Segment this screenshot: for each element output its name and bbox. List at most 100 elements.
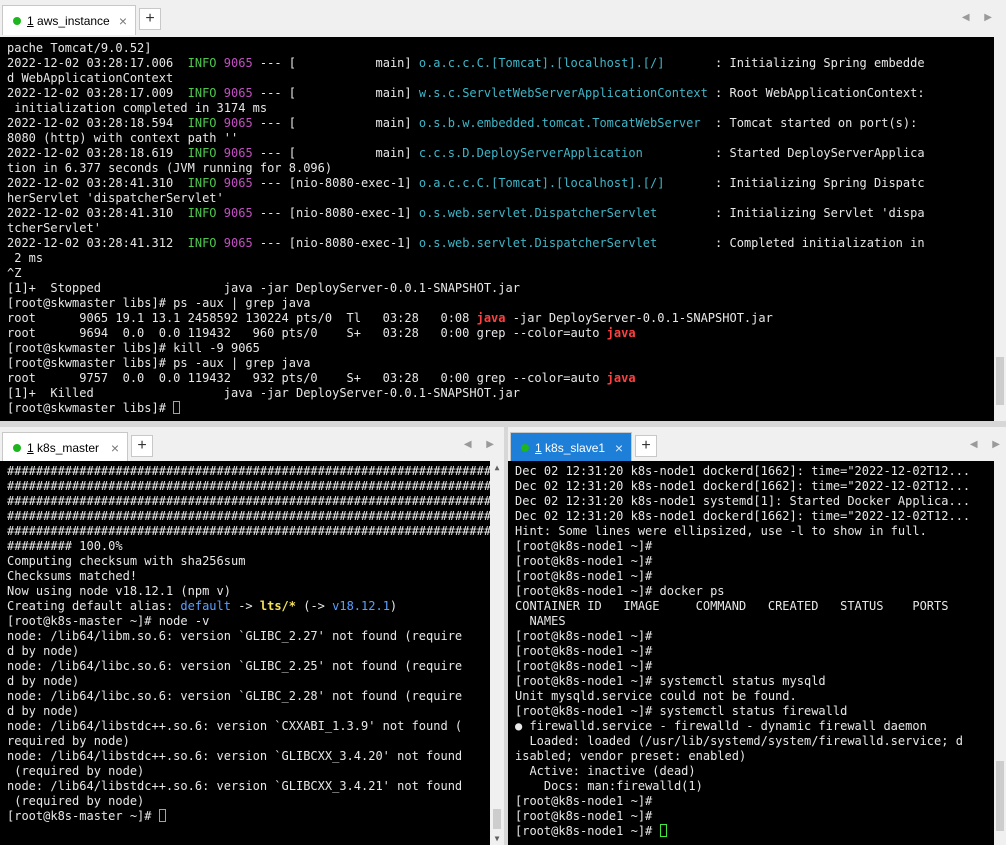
terminal-text: [root@k8s-node1 ~]# systemctl status mys… xyxy=(515,674,826,688)
terminal-line: Now using node v18.12.1 (npm v) xyxy=(7,584,490,599)
terminal-text: lts/* xyxy=(259,599,296,613)
terminal-output: pache Tomcat/9.0.52] 2022-12-02 03:28:17.… xyxy=(0,37,994,416)
terminal-aws-instance[interactable]: pache Tomcat/9.0.52] 2022-12-02 03:28:17.… xyxy=(0,37,994,421)
terminal-line: node: /lib64/libm.so.6: version `GLIBC_2… xyxy=(7,629,490,644)
close-tab-icon[interactable]: × xyxy=(111,440,119,456)
terminal-text: required by node) xyxy=(7,734,130,748)
tab-scroll-arrows[interactable]: ◀ ▶ xyxy=(970,439,1006,450)
connected-status-icon xyxy=(521,443,529,452)
terminal-text: INFO xyxy=(187,86,217,100)
scroll-down-icon[interactable]: ▼ xyxy=(490,834,504,843)
terminal-text: -> xyxy=(230,599,260,613)
close-tab-icon[interactable]: × xyxy=(119,13,127,29)
terminal-text: --- [ main] xyxy=(252,116,419,130)
tab-aws-instance[interactable]: 1 aws_instance × xyxy=(2,5,136,35)
add-tab-button[interactable]: + xyxy=(139,8,161,30)
terminal-text: [root@skwmaster libs]# ps -aux | grep ja… xyxy=(7,296,311,310)
terminal-text: d by node) xyxy=(7,674,80,688)
terminal-text: [root@k8s-node1 ~]# xyxy=(515,539,653,553)
terminal-line: ########################################… xyxy=(7,524,490,539)
terminal-text: ########################################… xyxy=(7,509,490,523)
terminal-text: 2 ms xyxy=(7,251,44,265)
terminal-line: [root@k8s-node1 ~]# xyxy=(515,824,994,839)
scrollbar-thumb[interactable] xyxy=(996,761,1004,831)
terminal-text: root 9065 19.1 13.1 2458592 130224 pts/0… xyxy=(7,311,477,325)
terminal-text: ● firewalld.service - firewalld - dynami… xyxy=(515,719,927,733)
terminal-text: o.s.b.w.embedded.tomcat.TomcatWebServer xyxy=(418,116,708,130)
terminal-line: Checksums matched! xyxy=(7,569,490,584)
scrollbar[interactable]: ▲ ▼ xyxy=(490,461,504,845)
terminal-text: o.a.c.c.C.[Tomcat].[localhost].[/] xyxy=(418,56,708,70)
terminal-line: [root@k8s-master ~]# node -v xyxy=(7,614,490,629)
terminal-k8s-master[interactable]: ########################################… xyxy=(0,461,490,845)
terminal-line: [root@k8s-node1 ~]# systemctl status fir… xyxy=(515,704,994,719)
terminal-text: node: /lib64/libc.so.6: version `GLIBC_2… xyxy=(7,689,463,703)
terminal-text: NAMES xyxy=(515,614,566,628)
terminal-k8s-slave1[interactable]: Dec 02 12:31:20 k8s-node1 dockerd[1662]:… xyxy=(508,461,994,845)
terminal-text: node: /lib64/libstdc++.so.6: version `GL… xyxy=(7,749,463,763)
terminal-text: CONTAINER ID IMAGE COMMAND CREATED STATU… xyxy=(515,599,949,613)
terminal-text: INFO xyxy=(187,116,217,130)
terminal-line: 2022-12-02 03:28:18.619 INFO 9065 --- [ … xyxy=(7,146,994,161)
terminal-text: 2022-12-02 03:28:17.006 xyxy=(7,56,188,70)
terminal-line: root 9065 19.1 13.1 2458592 130224 pts/0… xyxy=(7,311,994,326)
terminal-text: pache Tomcat/9.0.52] xyxy=(7,41,152,55)
terminal-text: : Started DeployServerApplica xyxy=(707,146,925,160)
terminal-text: INFO xyxy=(187,56,217,70)
terminal-line: Computing checksum with sha256sum xyxy=(7,554,490,569)
terminal-line: d by node) xyxy=(7,644,490,659)
terminal-line: NAMES xyxy=(515,614,994,629)
terminal-text: node: /lib64/libc.so.6: version `GLIBC_2… xyxy=(7,659,463,673)
terminal-text: ########################################… xyxy=(7,494,490,508)
terminal-line: isabled; vendor preset: enabled) xyxy=(515,749,994,764)
terminal-text: [root@k8s-master ~]# node -v xyxy=(7,614,210,628)
terminal-text: Dec 02 12:31:20 k8s-node1 systemd[1]: St… xyxy=(515,494,971,508)
terminal-text: o.a.c.c.C.[Tomcat].[localhost].[/] xyxy=(418,176,708,190)
terminal-line: ^Z xyxy=(7,266,994,281)
terminal-text: INFO xyxy=(187,206,217,220)
terminal-line: Creating default alias: default -> lts/*… xyxy=(7,599,490,614)
terminal-text: 9065 xyxy=(223,146,253,160)
terminal-text: [root@k8s-node1 ~]# docker ps xyxy=(515,584,725,598)
tab-k8s-master[interactable]: 1 k8s_master × xyxy=(2,432,128,462)
tab-scroll-arrows[interactable]: ◀ ▶ xyxy=(962,12,998,23)
terminal-text: 2022-12-02 03:28:18.594 xyxy=(7,116,188,130)
terminal-text: c.c.s.D.DeployServerApplication xyxy=(418,146,708,160)
terminal-text: node: /lib64/libm.so.6: version `GLIBC_2… xyxy=(7,629,463,643)
tab-scroll-arrows[interactable]: ◀ ▶ xyxy=(464,439,500,450)
tab-k8s-slave1[interactable]: 1 k8s_slave1 × xyxy=(510,432,632,462)
terminal-line: [root@k8s-node1 ~]# xyxy=(515,629,994,644)
scrollbar[interactable] xyxy=(994,37,1006,421)
add-tab-button[interactable]: + xyxy=(635,435,657,457)
add-tab-button[interactable]: + xyxy=(131,435,153,457)
terminal-text: (required by node) xyxy=(7,794,145,808)
terminal-text: Hint: Some lines were ellipsized, use -l… xyxy=(515,524,927,538)
scrollbar-thumb[interactable] xyxy=(996,357,1004,405)
top-tabbar: 1 aws_instance × + ◀ ▶ xyxy=(0,0,1006,35)
scrollbar[interactable] xyxy=(994,461,1006,845)
terminal-line: Dec 02 12:31:20 k8s-node1 dockerd[1662]:… xyxy=(515,479,994,494)
close-tab-icon[interactable]: × xyxy=(615,440,623,456)
scroll-up-icon[interactable]: ▲ xyxy=(490,463,504,472)
terminal-text: isabled; vendor preset: enabled) xyxy=(515,749,747,763)
terminal-line: 2022-12-02 03:28:17.006 INFO 9065 --- [ … xyxy=(7,56,994,71)
terminal-line: CONTAINER ID IMAGE COMMAND CREATED STATU… xyxy=(515,599,994,614)
terminal-line: ########################################… xyxy=(7,494,490,509)
scrollbar-thumb[interactable] xyxy=(493,809,501,829)
terminal-line: herServlet 'dispatcherServlet' xyxy=(7,191,994,206)
terminal-line: 2022-12-02 03:28:18.594 INFO 9065 --- [ … xyxy=(7,116,994,131)
terminal-text: INFO xyxy=(187,146,217,160)
terminal-line: 2022-12-02 03:28:41.310 INFO 9065 --- [n… xyxy=(7,206,994,221)
terminal-text: ^Z xyxy=(7,266,22,280)
text-cursor xyxy=(659,824,667,837)
terminal-text: [1]+ Stopped java -jar DeployServer-0.0.… xyxy=(7,281,520,295)
terminal-line: [root@k8s-node1 ~]# xyxy=(515,644,994,659)
terminal-text: Docs: man:firewalld(1) xyxy=(515,779,703,793)
terminal-text: o.s.web.servlet.DispatcherServlet xyxy=(418,206,708,220)
terminal-text: Dec 02 12:31:20 k8s-node1 dockerd[1662]:… xyxy=(515,464,971,478)
terminal-text: INFO xyxy=(187,236,217,250)
terminal-line: node: /lib64/libstdc++.so.6: version `CX… xyxy=(7,719,490,734)
terminal-text: Now using node v18.12.1 (npm v) xyxy=(7,584,231,598)
terminal-text: tion in 6.377 seconds (JVM running for 8… xyxy=(7,161,333,175)
terminal-line: (required by node) xyxy=(7,764,490,779)
